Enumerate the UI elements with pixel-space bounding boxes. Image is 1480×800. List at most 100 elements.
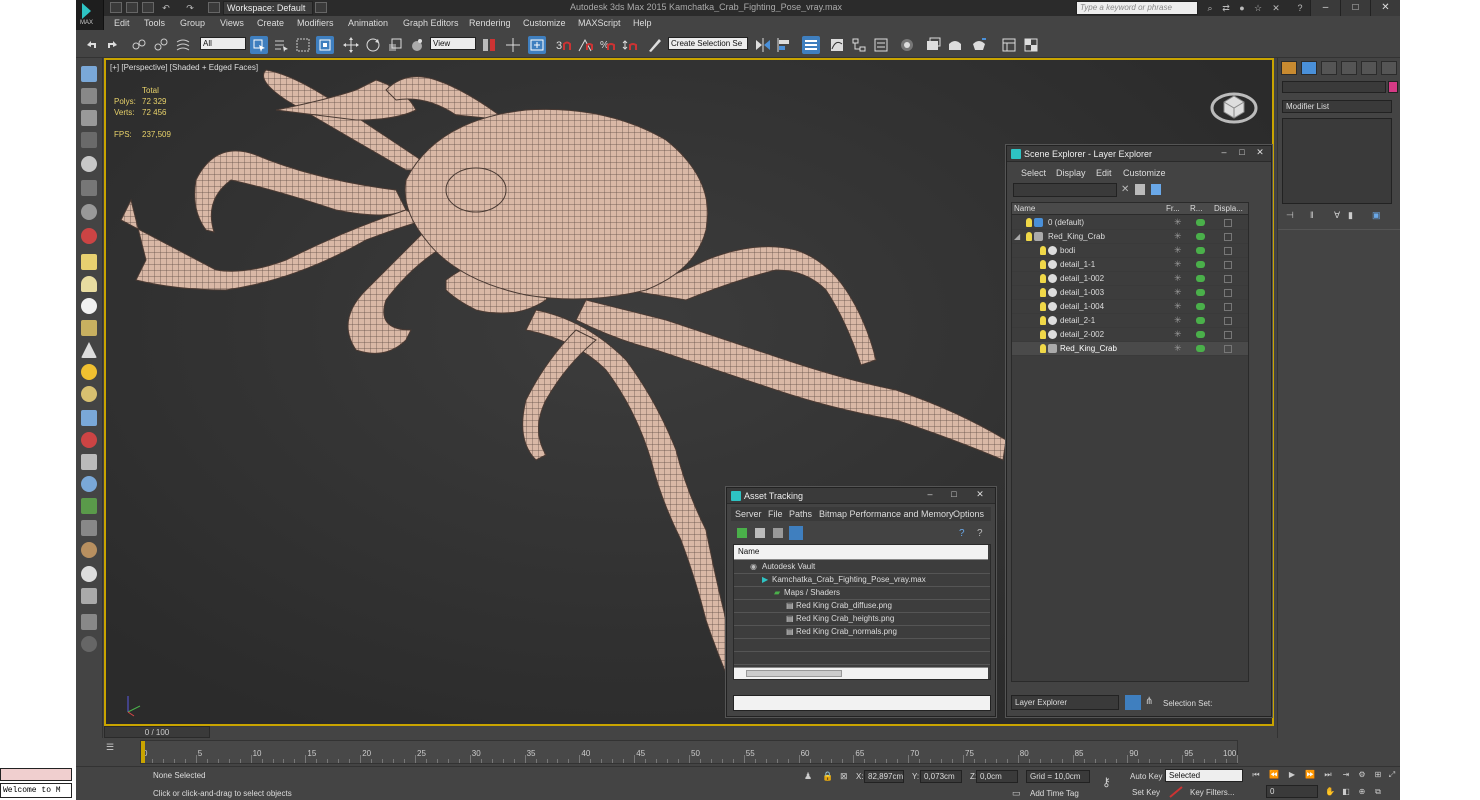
key-filters-button[interactable]: Key Filters... — [1190, 788, 1234, 797]
timeline-track[interactable]: 0 5 10 15 20 25 30 35 40 45 50 55 60 65 70 75 80 85 90 95 10… — [140, 740, 1238, 764]
display-icon[interactable] — [1224, 261, 1232, 269]
display-icon[interactable] — [1224, 219, 1232, 227]
find-input[interactable] — [1013, 183, 1117, 197]
exchange-icon[interactable]: ⇄ — [1220, 3, 1232, 13]
plane-icon[interactable] — [81, 88, 97, 104]
asset-row[interactable]: ▤ Red King Crab_diffuse.png — [734, 600, 990, 613]
link-icon[interactable] — [130, 36, 148, 54]
rotate-icon[interactable] — [364, 36, 382, 54]
fur-icon[interactable] — [81, 542, 97, 558]
menu-bitmap-performance[interactable]: Bitmap Performance and Memory — [819, 509, 954, 519]
freeze-icon[interactable]: ✳ — [1174, 301, 1182, 312]
set-key-button[interactable]: Set Key — [1132, 788, 1160, 797]
add-to-layer-icon[interactable] — [1151, 184, 1161, 195]
time-config-icon[interactable]: ⚙ — [1356, 770, 1368, 781]
display-icon[interactable] — [1224, 275, 1232, 283]
search-input[interactable]: Type a keyword or phrase — [1076, 1, 1198, 15]
menu-tools[interactable]: Tools — [144, 18, 165, 28]
bind-spacewarp-icon[interactable] — [174, 36, 192, 54]
bulb-icon[interactable] — [1040, 274, 1046, 283]
window-crossing-icon[interactable] — [316, 36, 334, 54]
ies-sun-icon[interactable] — [81, 386, 97, 402]
render-icon[interactable] — [1196, 233, 1205, 240]
key-icon[interactable]: ⚷ — [1102, 775, 1122, 789]
app-logo[interactable]: MAX — [76, 0, 104, 30]
minimize-button[interactable]: – — [1215, 147, 1233, 159]
help-icon[interactable]: ? — [1294, 3, 1306, 13]
render-icon[interactable] — [1196, 331, 1205, 338]
scatter-icon[interactable] — [81, 454, 97, 470]
auto-key-button[interactable]: Auto Key — [1130, 772, 1162, 781]
list-view-icon[interactable] — [755, 528, 765, 538]
freeze-icon[interactable]: ✳ — [1174, 343, 1182, 354]
new-layer-icon[interactable] — [1135, 184, 1145, 195]
add-time-tag[interactable]: Add Time Tag — [1030, 789, 1079, 798]
freeze-icon[interactable]: ✳ — [1174, 315, 1182, 326]
col-renderable[interactable]: R... — [1190, 204, 1202, 213]
key-mode-toggle-icon[interactable]: ⇥ — [1340, 770, 1352, 781]
object-name-field[interactable] — [1282, 81, 1386, 93]
object-color-swatch[interactable] — [1388, 81, 1398, 93]
display-icon[interactable] — [1224, 289, 1232, 297]
freeze-icon[interactable]: ✳ — [1174, 273, 1182, 284]
display-icon[interactable] — [1224, 303, 1232, 311]
show-end-result-icon[interactable]: ‖ — [1310, 210, 1320, 220]
menu-group[interactable]: Group — [180, 18, 205, 28]
asset-row[interactable]: ◉ Autodesk Vault — [734, 561, 990, 574]
asset-row[interactable]: ▰ Maps / Shaders — [734, 587, 990, 600]
material-editor-icon[interactable] — [872, 36, 890, 54]
menu-animation[interactable]: Animation — [348, 18, 388, 28]
lock-icon[interactable]: 🔒 — [822, 771, 833, 782]
menu-customize[interactable]: Customize — [523, 18, 566, 28]
scale-icon[interactable] — [386, 36, 404, 54]
mesh-light-icon[interactable] — [81, 320, 97, 336]
viewport-label[interactable]: [+] [Perspective] [Shaded + Edged Faces] — [110, 63, 258, 72]
maxscript-listener-input[interactable] — [0, 768, 72, 781]
current-frame-field[interactable]: 0 — [1266, 785, 1318, 798]
motion-tab-icon[interactable] — [1341, 61, 1357, 75]
tree-row[interactable]: detail_1-1 ✳ — [1012, 258, 1248, 272]
menu-select[interactable]: Select — [1021, 168, 1046, 178]
asset-row[interactable]: ▤ Red King Crab_normals.png — [734, 626, 990, 639]
rectangular-selection-icon[interactable] — [294, 36, 312, 54]
cone-light-icon[interactable] — [81, 342, 97, 358]
modify-tab-icon[interactable] — [1301, 61, 1317, 75]
scrollbar-thumb[interactable] — [746, 670, 842, 677]
freeze-icon[interactable]: ✳ — [1174, 245, 1182, 256]
hair-icon[interactable] — [81, 520, 97, 536]
render-production-icon[interactable] — [946, 36, 964, 54]
remove-modifier-icon[interactable]: ▮ — [1348, 210, 1358, 220]
bulb-icon[interactable] — [1040, 344, 1046, 353]
menu-edit[interactable]: Edit — [114, 18, 130, 28]
info-icon[interactable]: ? — [977, 528, 987, 539]
render-icon[interactable] — [1196, 345, 1205, 352]
monitor-icon[interactable] — [81, 614, 97, 630]
current-frame-marker[interactable] — [141, 741, 145, 763]
render-icon[interactable] — [1196, 317, 1205, 324]
schematic-view-icon[interactable] — [850, 36, 868, 54]
tree-row[interactable]: detail_1-004 ✳ — [1012, 300, 1248, 314]
rendered-frame-window-icon[interactable] — [924, 36, 942, 54]
menu-modifiers[interactable]: Modifiers — [297, 18, 334, 28]
layers-toggle-icon[interactable] — [1125, 695, 1141, 710]
freeze-icon[interactable]: ✳ — [1174, 217, 1182, 228]
dome-light-icon[interactable] — [81, 276, 97, 292]
grid-icon[interactable] — [81, 132, 97, 148]
close-button[interactable]: ✕ — [1251, 147, 1269, 159]
goto-end-icon[interactable]: ⏭ — [1322, 770, 1334, 781]
render-icon[interactable] — [1196, 303, 1205, 310]
hold-icon[interactable] — [208, 2, 220, 13]
bulb-icon[interactable] — [1040, 246, 1046, 255]
plant-icon[interactable] — [81, 498, 97, 514]
bulb-icon[interactable] — [1040, 330, 1046, 339]
redo-icon[interactable] — [104, 36, 122, 54]
tools-icon[interactable]: ✕ — [1270, 3, 1282, 13]
helper-icon[interactable] — [81, 204, 97, 220]
bulb-icon[interactable] — [1040, 260, 1046, 269]
mirror-icon[interactable] — [754, 36, 772, 54]
tree-row[interactable]: ◢ Red_King_Crab ✳ — [1012, 230, 1248, 244]
close-button[interactable]: ✕ — [971, 489, 989, 501]
viewcube-icon[interactable] — [1210, 78, 1260, 128]
horizontal-scrollbar[interactable] — [734, 667, 988, 679]
menu-file[interactable]: File — [768, 509, 783, 519]
